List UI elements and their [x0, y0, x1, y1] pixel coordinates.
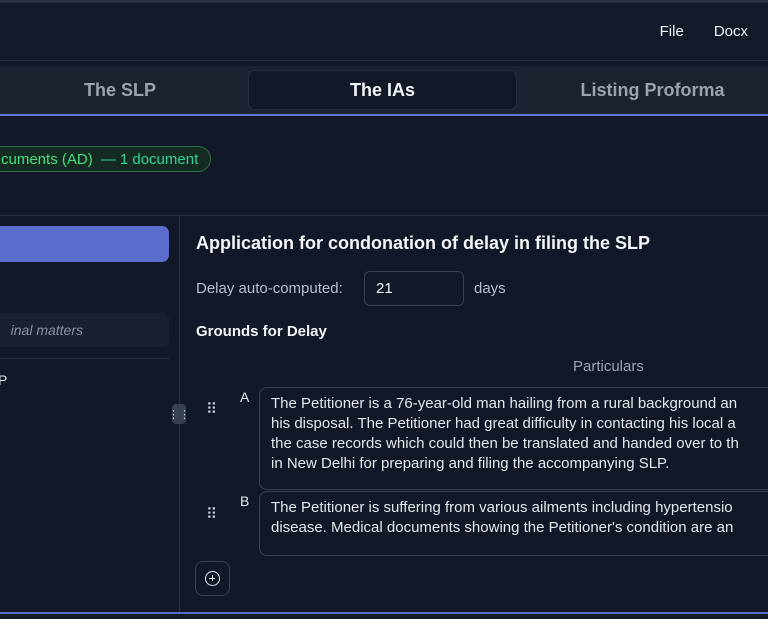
ground-letter: A — [240, 389, 250, 405]
drag-handle-icon[interactable]: ⠿ — [206, 400, 217, 418]
ground-particulars-field[interactable]: The Petitioner is suffering from various… — [259, 491, 768, 556]
sidebar-search-input[interactable]: inal matters — [0, 313, 169, 347]
ground-line: his disposal. The Petitioner had great d… — [271, 415, 736, 432]
delay-days-input[interactable] — [364, 271, 464, 306]
sidebar-item-slp[interactable]: P — [0, 372, 7, 388]
ground-particulars-field[interactable]: The Petitioner is a 76-year-old man hail… — [259, 387, 768, 490]
tab-listing-proforma[interactable]: Listing Proforma — [525, 70, 768, 110]
docx-menu-button[interactable]: Docx — [714, 23, 748, 40]
sidebar-item-active[interactable] — [0, 226, 169, 262]
file-menu-button[interactable]: File — [660, 23, 684, 40]
ground-line: disease. Medical documents showing the P… — [271, 519, 734, 536]
ground-line: in New Delhi for preparing and filing th… — [271, 455, 670, 472]
particulars-column-header: Particulars — [573, 358, 644, 375]
delay-label: Delay auto-computed: — [196, 280, 343, 297]
tab-the-slp[interactable]: The SLP — [0, 70, 240, 110]
section-tabs: The SLP The IAs Listing Proforma — [0, 66, 768, 116]
ground-line: the case records which could then be tra… — [271, 435, 739, 452]
bottom-accent-line — [0, 612, 768, 614]
content-divider — [0, 215, 768, 216]
top-bar: File Docx — [0, 3, 768, 61]
tab-the-ias[interactable]: The IAs — [248, 70, 517, 110]
annexure-count-badge[interactable]: cuments (AD) — 1 document — [0, 146, 212, 172]
add-circle-icon — [205, 571, 220, 586]
export-menu: File Docx — [660, 23, 748, 40]
ground-line: The Petitioner is suffering from various… — [271, 499, 733, 516]
delay-unit: days — [474, 280, 506, 297]
page-title: Application for condonation of delay in … — [196, 233, 650, 253]
ground-line: The Petitioner is a 76-year-old man hail… — [271, 395, 738, 412]
grounds-heading: Grounds for Delay — [196, 323, 327, 340]
resize-handle-icon[interactable]: ⋮⋮ — [168, 404, 190, 424]
add-ground-button[interactable] — [195, 561, 230, 596]
sidebar-separator — [0, 358, 169, 359]
drag-handle-icon[interactable]: ⠿ — [206, 505, 217, 523]
annexure-label: cuments (AD) — [1, 150, 93, 168]
annexure-count: — 1 document — [100, 150, 199, 168]
ground-letter: B — [240, 493, 250, 509]
